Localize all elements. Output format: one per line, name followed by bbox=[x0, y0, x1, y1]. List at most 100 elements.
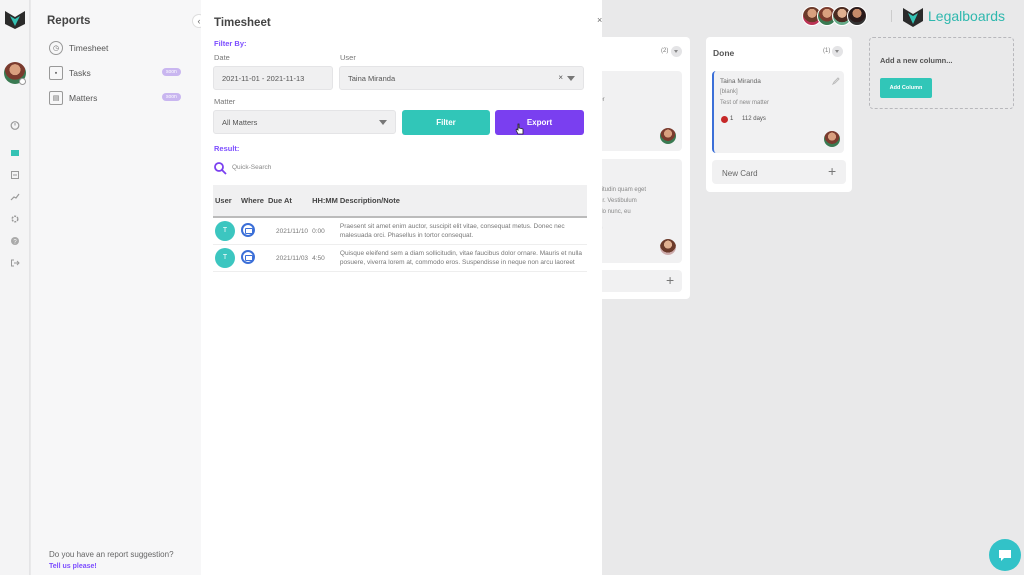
card-avatar bbox=[824, 131, 840, 147]
edit-icon[interactable] bbox=[832, 77, 840, 85]
soon-badge: soon bbox=[162, 68, 181, 76]
table-row[interactable]: T 2021/11/03 4:50 Quisque eleifend sem a… bbox=[213, 245, 587, 272]
hand-cursor-icon bbox=[515, 123, 524, 135]
due-at-cell: 2021/11/03 bbox=[276, 254, 309, 262]
col-hhmm[interactable]: HH:MM bbox=[310, 185, 338, 218]
chevron-down-icon bbox=[567, 76, 575, 81]
column-title: Done bbox=[713, 48, 735, 58]
timer-icon[interactable] bbox=[10, 120, 20, 130]
alert-count: 1 bbox=[730, 116, 734, 122]
plus-icon: + bbox=[666, 272, 675, 288]
close-icon[interactable]: × bbox=[597, 15, 607, 25]
user-label: User bbox=[340, 53, 356, 62]
plus-icon: + bbox=[828, 163, 837, 179]
results-table: User Where Due At HH:MM Description/Note… bbox=[213, 185, 587, 272]
reports-item-label: Tasks bbox=[69, 68, 91, 78]
reports-title: Reports bbox=[47, 15, 91, 27]
matter-label: Matter bbox=[214, 97, 236, 106]
search-icon[interactable] bbox=[213, 161, 227, 175]
card-text: itur. Vestibulum bbox=[596, 198, 637, 204]
add-column-button[interactable]: Add Column bbox=[880, 78, 932, 98]
user-avatar: T bbox=[215, 248, 235, 268]
card-description: Test of new matter bbox=[720, 100, 770, 106]
chevron-down-icon bbox=[379, 120, 387, 125]
quick-search-input[interactable]: Quick-Search bbox=[232, 164, 271, 171]
reports-item-matters[interactable]: ▤ Matters soon bbox=[49, 89, 189, 107]
timesheet-title: Timesheet bbox=[214, 17, 271, 29]
new-card-button[interactable]: New Card + bbox=[712, 160, 846, 184]
where-icon bbox=[241, 249, 255, 264]
table-header-row: User Where Due At HH:MM Description/Note bbox=[213, 185, 587, 218]
board-card[interactable]: tter s bbox=[590, 71, 682, 151]
reports-item-tasks[interactable]: ▪ Tasks soon bbox=[49, 64, 189, 82]
logo-icon bbox=[903, 8, 923, 27]
chat-icon bbox=[999, 550, 1011, 561]
settings-icon[interactable] bbox=[10, 214, 20, 224]
tell-us-link[interactable]: Tell us please! bbox=[49, 563, 97, 570]
result-label: Result: bbox=[214, 144, 240, 153]
board-column-done: Done (1) Taina Miranda [blank] Test of n… bbox=[706, 37, 852, 192]
user-select-value: Taina Miranda bbox=[348, 73, 396, 83]
where-icon bbox=[241, 222, 255, 237]
hhmm-cell: 0:00 bbox=[312, 227, 325, 235]
hhmm-cell: 4:50 bbox=[312, 254, 325, 262]
alert-icon bbox=[721, 116, 728, 123]
reports-panel: Reports ◷ Timesheet ▪ Tasks soon ▤ Matte… bbox=[31, 0, 201, 575]
card-text: licitudin quam eget bbox=[596, 187, 647, 193]
due-at-cell: 2021/11/10 bbox=[276, 227, 309, 235]
card-avatar bbox=[660, 128, 676, 144]
column-count: (2) bbox=[661, 48, 669, 54]
description-cell: Quisque eleifend sem a diam sollicitudin… bbox=[339, 250, 582, 266]
description-cell: Praesent sit amet enim auctor, suscipit … bbox=[339, 223, 565, 239]
col-due-at[interactable]: Due At bbox=[266, 185, 311, 218]
tasks-icon: ▪ bbox=[49, 66, 63, 80]
add-column-title: Add a new column... bbox=[880, 56, 953, 65]
reports-item-timesheet[interactable]: ◷ Timesheet bbox=[49, 39, 189, 57]
card-title: Taina Miranda bbox=[720, 78, 761, 85]
soon-badge: soon bbox=[162, 93, 181, 101]
help-icon[interactable]: ? bbox=[10, 236, 20, 246]
brand: Legalboards bbox=[891, 4, 1020, 28]
date-range-field[interactable]: 2021-11-01 - 2021-11-13 bbox=[213, 66, 333, 90]
days-count: 112 days bbox=[742, 116, 766, 122]
matter-select[interactable]: All Matters bbox=[213, 110, 396, 134]
timesheet-modal: × Timesheet Filter By: Date 2021-11-01 -… bbox=[201, 0, 602, 575]
reports-item-label: Timesheet bbox=[69, 43, 109, 53]
table-row[interactable]: T 2021/11/10 0:00 Praesent sit amet enim… bbox=[213, 217, 587, 245]
card-tag: [blank] bbox=[720, 89, 738, 95]
add-column-area: Add a new column... Add Column bbox=[869, 37, 1014, 109]
card-avatar bbox=[660, 239, 676, 255]
tasks-icon[interactable] bbox=[10, 170, 20, 180]
user-select[interactable]: Taina Miranda × bbox=[339, 66, 584, 90]
team-avatars[interactable] bbox=[802, 6, 882, 26]
column-menu-button[interactable] bbox=[671, 46, 682, 57]
board-card[interactable]: Taina Miranda [blank] Test of new matter… bbox=[712, 71, 844, 153]
col-where[interactable]: Where bbox=[239, 185, 266, 218]
chat-button[interactable] bbox=[989, 539, 1021, 571]
report-suggestion-text: Do you have an report suggestion? bbox=[49, 550, 174, 559]
board-card[interactable]: e licitudin quam eget itur. Vestibulum o… bbox=[590, 159, 682, 263]
divider bbox=[891, 10, 892, 22]
new-card-button[interactable]: + bbox=[590, 270, 682, 292]
user-avatar: T bbox=[215, 221, 235, 241]
clock-icon: ◷ bbox=[49, 41, 63, 55]
new-card-label: New Card bbox=[722, 169, 758, 178]
reports-item-label: Matters bbox=[69, 93, 98, 103]
date-range-value: 2021-11-01 - 2021-11-13 bbox=[222, 73, 305, 83]
column-count: (1) bbox=[823, 48, 831, 54]
reports-icon[interactable] bbox=[10, 192, 20, 202]
col-user[interactable]: User bbox=[213, 185, 239, 218]
board-icon[interactable] bbox=[10, 148, 20, 158]
filter-by-label: Filter By: bbox=[214, 39, 247, 48]
col-description[interactable]: Description/Note bbox=[337, 185, 587, 218]
avatar-settings-badge bbox=[19, 78, 26, 85]
team-avatar bbox=[847, 6, 867, 26]
filter-button[interactable]: Filter bbox=[402, 110, 490, 135]
matter-select-value: All Matters bbox=[222, 117, 258, 127]
logo-icon[interactable] bbox=[4, 8, 26, 30]
icon-rail: › ? bbox=[0, 0, 34, 575]
clear-icon[interactable]: × bbox=[558, 73, 563, 82]
export-button[interactable]: Export bbox=[495, 110, 584, 135]
logout-icon[interactable] bbox=[10, 258, 20, 268]
column-menu-button[interactable] bbox=[832, 46, 843, 57]
